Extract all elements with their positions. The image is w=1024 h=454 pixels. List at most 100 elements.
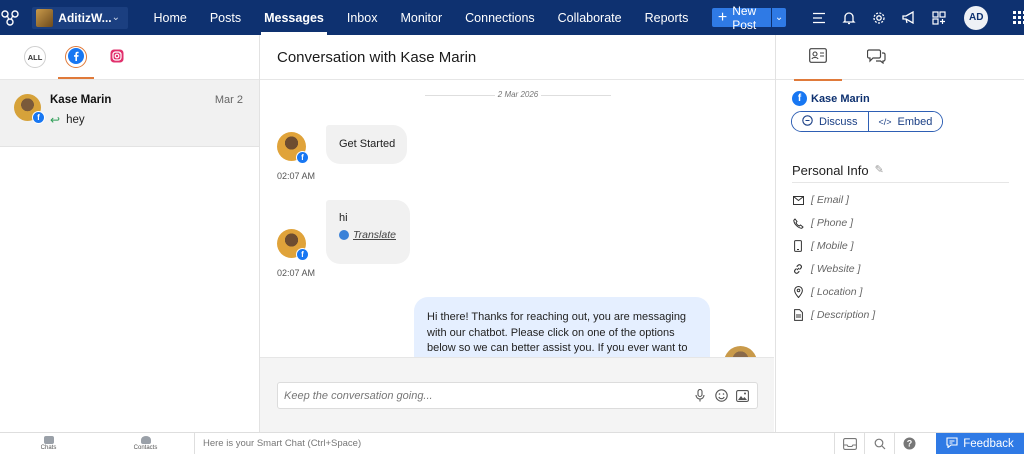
contacts-label: Contacts [133,445,158,451]
location-pin-icon [792,286,804,298]
sender-avatar: f [277,229,309,261]
feedback-label: Feedback [963,437,1014,450]
contact-name-row: f Kase Marin [792,91,870,106]
contacts-button[interactable]: Contacts [97,433,194,454]
brand-avatar [724,346,757,357]
date-separator: 2 Mar 2026 [425,90,611,99]
channel-filters: ALL [0,35,259,80]
filter-facebook-button[interactable] [58,46,94,79]
user-avatar[interactable]: AD [964,5,989,30]
code-icon: </> [878,116,892,127]
chats-button[interactable]: Chats [0,433,97,454]
nav-home[interactable]: Home [142,0,198,35]
new-post-button[interactable]: + New Post [711,4,771,32]
field-description-value: [ Description ] [811,309,876,321]
chevron-down-icon: ⌄ [774,12,784,23]
nav-reports[interactable]: Reports [633,0,700,35]
message-text: hi [339,212,348,224]
widgets-icon[interactable] [924,0,954,35]
contact-avatar: f [14,94,45,124]
filter-instagram-button[interactable] [106,46,128,68]
reply-icon: ↩ [50,113,61,127]
brand-avatar [36,8,54,27]
mobile-icon [792,240,804,252]
translate-link[interactable]: Translate [339,229,410,241]
help-icon[interactable]: ? [894,432,924,454]
brand-name: AditizW... [58,10,112,25]
composer-area [260,357,774,432]
nav-connections[interactable]: Connections [454,0,547,35]
search-icon[interactable] [864,432,894,454]
message-time: 02:07 AM [277,171,316,181]
main-nav: Home Posts Messages Inbox Monitor Connec… [142,0,700,35]
nav-monitor[interactable]: Monitor [389,0,454,35]
facebook-icon [68,48,84,66]
facebook-icon: f [32,111,45,124]
pencil-icon[interactable]: ✎ [875,163,884,176]
brand-switcher[interactable]: AditizW... ⌄ [32,6,128,29]
field-description[interactable]: [ Description ] [792,309,875,321]
nav-messages[interactable]: Messages [253,0,336,35]
field-location-value: [ Location ] [811,286,863,298]
filter-all-button[interactable]: ALL [24,46,46,68]
chats-icon [43,436,54,444]
conversation-list-panel: ALL f Kase Marin ↩ hey Mar 2 [0,35,260,432]
field-email[interactable]: [ Email ] [792,194,849,206]
feedback-icon [946,436,958,451]
nav-collaborate[interactable]: Collaborate [546,0,633,35]
feedback-button[interactable]: Feedback [936,432,1024,454]
nav-posts[interactable]: Posts [198,0,252,35]
nav-inbox[interactable]: Inbox [335,0,389,35]
field-website[interactable]: [ Website ] [792,263,860,275]
conversation-item[interactable]: f Kase Marin ↩ hey Mar 2 [0,80,259,147]
message-bubble-outgoing: Hi there! Thanks for reaching out, you a… [414,297,710,357]
phone-icon [792,217,804,229]
gear-icon[interactable] [864,0,894,35]
discuss-button[interactable]: Discuss [792,112,868,131]
apps-grid-icon[interactable] [1004,0,1024,35]
megaphone-icon[interactable] [894,0,924,35]
smart-chat-input[interactable]: Here is your Smart Chat (Ctrl+Space) [194,432,834,454]
message-bubble: hi Translate [326,200,410,264]
field-mobile[interactable]: [ Mobile ] [792,240,854,252]
facebook-icon: f [296,248,309,261]
emoji-icon[interactable] [712,387,730,405]
list-icon[interactable] [804,0,834,35]
envelope-icon [792,194,804,206]
discuss-icon [802,115,813,128]
field-phone[interactable]: [ Phone ] [792,217,853,229]
message-input[interactable] [284,389,688,402]
message-bubble: Get Started [326,125,407,164]
field-phone-value: [ Phone ] [811,217,854,229]
top-icons: AD [804,0,1024,35]
svg-text:?: ? [907,439,913,449]
new-post-dropdown-button[interactable]: ⌄ [770,8,787,27]
field-website-value: [ Website ] [811,263,861,275]
new-post-group: + New Post ⌄ [711,4,787,32]
contact-actions: Discuss </> Embed [791,111,944,132]
field-location[interactable]: [ Location ] [792,286,862,298]
conversation-last-message: hey [66,114,85,126]
embed-button[interactable]: </> Embed [867,112,943,131]
facebook-icon: f [792,91,807,106]
embed-label: Embed [897,115,933,128]
bell-icon[interactable] [834,0,864,35]
app-logo-icon[interactable] [0,0,20,35]
bottom-bar: Chats Contacts Here is your Smart Chat (… [0,432,1024,454]
personal-info-title: Personal Info [792,163,869,178]
message-time: 02:07 AM [277,268,316,278]
facebook-icon: f [296,151,309,164]
chats-label: Chats [40,445,57,451]
tab-contact-card[interactable] [794,35,842,81]
conversation-title: Conversation with Kase Marin [260,35,775,80]
image-icon[interactable] [733,387,751,405]
top-navbar: AditizW... ⌄ Home Posts Messages Inbox M… [0,0,1024,35]
contact-card-icon [809,48,827,66]
contacts-icon [140,436,151,444]
inbox-tray-icon[interactable] [834,432,864,454]
tab-discussions[interactable] [852,35,900,80]
microphone-icon[interactable] [691,387,709,405]
sender-avatar: f [277,132,309,164]
contact-name[interactable]: Kase Marin [811,93,870,105]
message-thread[interactable]: 2 Mar 2026 f 02:07 AM Get Started f 02:0… [260,80,774,357]
